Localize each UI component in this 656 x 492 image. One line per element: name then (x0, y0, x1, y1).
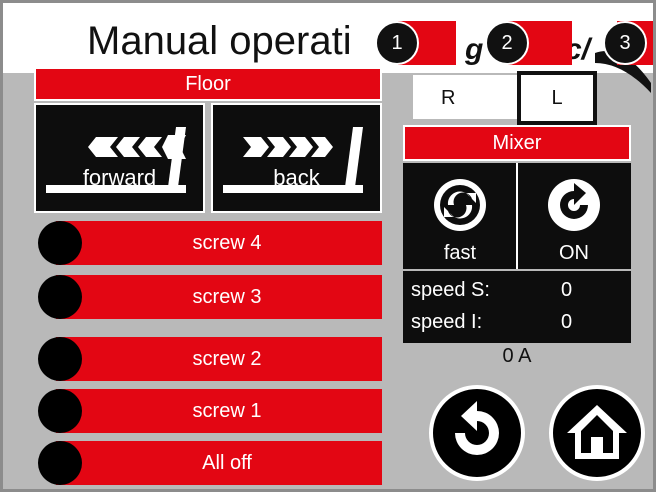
step-1-indicator[interactable]: 1 (375, 21, 419, 65)
speed-i-value: 0 (561, 311, 573, 333)
right-arrows-icon (223, 127, 363, 193)
gear-recycle-icon (434, 179, 486, 231)
hmi-screen: Manual operati g c/ 1 2 3 Floor forward (0, 0, 656, 492)
current-readout: 0 A (502, 345, 532, 367)
screw-2-button[interactable]: screw 2 (34, 335, 382, 383)
speed-i-row: speed I: 0 (411, 311, 623, 341)
screw-1-button[interactable]: screw 1 (34, 387, 382, 435)
home-icon (567, 405, 627, 459)
screw-2-label: screw 2 (56, 337, 382, 381)
screw-3-indicator (38, 275, 82, 319)
step-3-indicator[interactable]: 3 (603, 21, 647, 65)
floor-forward-button[interactable]: forward (34, 103, 205, 213)
left-arrows-icon (46, 127, 186, 193)
back-label: back (273, 165, 320, 190)
floor-back-button[interactable]: back (211, 103, 382, 213)
refresh-icon (548, 179, 600, 231)
forward-label: forward (82, 165, 157, 190)
mixer-fast-label: fast (443, 242, 477, 264)
all-off-label: All off (56, 441, 382, 485)
title-bar: Manual operati g c/ 1 2 3 (3, 3, 653, 93)
speed-s-label: speed S: (411, 279, 490, 301)
screw-4-button[interactable]: screw 4 (34, 219, 382, 267)
screw-3-label: screw 3 (56, 275, 382, 319)
screw-1-label: screw 1 (56, 389, 382, 433)
mixer-on-label: ON (559, 242, 589, 264)
side-l-button[interactable]: L (517, 71, 597, 125)
screw-3-button[interactable]: screw 3 (34, 273, 382, 321)
return-arrow-icon (455, 401, 499, 455)
all-off-button[interactable]: All off (34, 439, 382, 487)
speed-s-row: speed S: 0 (411, 279, 623, 309)
speed-s-value: 0 (561, 279, 573, 301)
home-button[interactable] (549, 385, 645, 481)
back-nav-button[interactable] (429, 385, 525, 481)
speed-i-label: speed I: (411, 311, 483, 333)
side-r-button[interactable]: R (441, 87, 455, 110)
screw-4-indicator (38, 221, 82, 265)
all-off-indicator (38, 441, 82, 485)
mixer-fast-button[interactable]: fast (403, 163, 517, 269)
step-2-indicator[interactable]: 2 (485, 21, 529, 65)
screw-4-label: screw 4 (56, 221, 382, 265)
screw-1-indicator (38, 389, 82, 433)
screw-2-indicator (38, 337, 82, 381)
page-title: Manual operati (87, 19, 352, 63)
speed-panel: speed S: 0 speed I: 0 (403, 271, 631, 343)
floor-header: Floor (34, 67, 382, 101)
mixer-divider (516, 163, 518, 269)
mixer-header: Mixer (403, 125, 631, 161)
mixer-on-button[interactable]: ON (517, 163, 631, 269)
logo-fragment: g (465, 33, 484, 66)
